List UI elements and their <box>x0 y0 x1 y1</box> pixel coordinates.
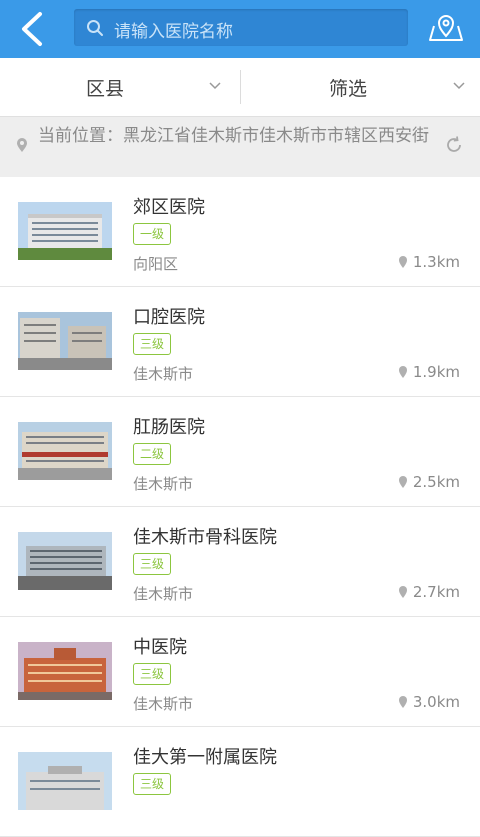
top-bar: 请输入医院名称 <box>0 0 480 58</box>
distance-value: 2.7km <box>412 583 460 601</box>
hospital-photo <box>18 312 112 370</box>
distance: 2.7km <box>398 583 460 601</box>
district-filter-label: 区县 <box>86 78 125 100</box>
map-pin-icon <box>429 15 463 41</box>
filter-bar: 区县 筛选 <box>0 58 480 117</box>
distance-value: 1.9km <box>412 363 460 381</box>
hospital-district: 向阳区 <box>133 255 179 273</box>
back-button[interactable] <box>12 10 52 48</box>
distance-value: 3.0km <box>412 693 460 711</box>
level-badge: 三级 <box>133 333 172 355</box>
location-pin-icon <box>398 586 407 598</box>
hospital-name: 佳大第一附属医院 <box>133 747 277 768</box>
hospital-photo <box>18 752 112 810</box>
level-badge: 一级 <box>133 223 172 245</box>
list-item[interactable]: 肛肠医院 二级 佳木斯市 2.5km <box>0 397 480 507</box>
location-pin-icon <box>398 256 407 268</box>
list-item[interactable]: 口腔医院 三级 佳木斯市 1.9km <box>0 287 480 397</box>
map-button[interactable] <box>428 12 464 44</box>
hospital-list: 郊区医院 一级 向阳区 1.3km 口腔医院 三级 佳木斯市 1.9km 肛肠医… <box>0 177 480 837</box>
level-badge: 三级 <box>133 663 172 685</box>
hospital-photo <box>18 642 112 700</box>
distance: 1.3km <box>398 253 460 271</box>
distance: 3.0km <box>398 693 460 711</box>
refresh-icon[interactable] <box>444 135 464 155</box>
search-placeholder: 请输入医院名称 <box>114 22 233 42</box>
distance-value: 2.5km <box>412 473 460 491</box>
hospital-photo <box>18 202 112 260</box>
search-icon <box>87 20 103 36</box>
search-input[interactable]: 请输入医院名称 <box>74 9 408 46</box>
current-location-text: 当前位置：黑龙江省佳木斯市佳木斯市市辖区西安街 <box>38 126 429 146</box>
hospital-district: 佳木斯市 <box>133 475 194 493</box>
list-item[interactable]: 佳木斯市骨科医院 三级 佳木斯市 2.7km <box>0 507 480 617</box>
distance-value: 1.3km <box>412 253 460 271</box>
level-badge: 三级 <box>133 773 172 795</box>
hospital-name: 口腔医院 <box>133 307 205 328</box>
hospital-district: 佳木斯市 <box>133 585 194 603</box>
list-item[interactable]: 中医院 三级 佳木斯市 3.0km <box>0 617 480 727</box>
screen-filter-label: 筛选 <box>329 78 368 100</box>
district-filter[interactable]: 区县 <box>0 58 240 116</box>
location-pin-icon <box>398 696 407 708</box>
location-pin-icon <box>398 476 407 488</box>
list-item[interactable]: 郊区医院 一级 向阳区 1.3km <box>0 177 480 287</box>
distance: 2.5km <box>398 473 460 491</box>
hospital-photo <box>18 532 112 590</box>
chevron-down-icon <box>209 82 221 90</box>
hospital-district: 佳木斯市 <box>133 695 194 713</box>
hospital-district: 佳木斯市 <box>133 365 194 383</box>
distance: 1.9km <box>398 363 460 381</box>
hospital-photo <box>18 422 112 480</box>
chevron-down-icon <box>453 82 465 90</box>
location-bar: 当前位置：黑龙江省佳木斯市佳木斯市市辖区西安街 <box>0 117 480 177</box>
chevron-left-icon <box>22 12 42 46</box>
level-badge: 三级 <box>133 553 172 575</box>
hospital-name: 佳木斯市骨科医院 <box>133 527 277 548</box>
level-badge: 二级 <box>133 443 172 465</box>
screen-filter[interactable]: 筛选 <box>241 58 480 116</box>
location-pin-icon <box>17 138 27 152</box>
hospital-name: 肛肠医院 <box>133 417 205 438</box>
location-pin-icon <box>398 366 407 378</box>
list-item[interactable]: 佳大第一附属医院 三级 <box>0 727 480 837</box>
hospital-name: 郊区医院 <box>133 197 205 218</box>
hospital-name: 中医院 <box>133 637 187 658</box>
